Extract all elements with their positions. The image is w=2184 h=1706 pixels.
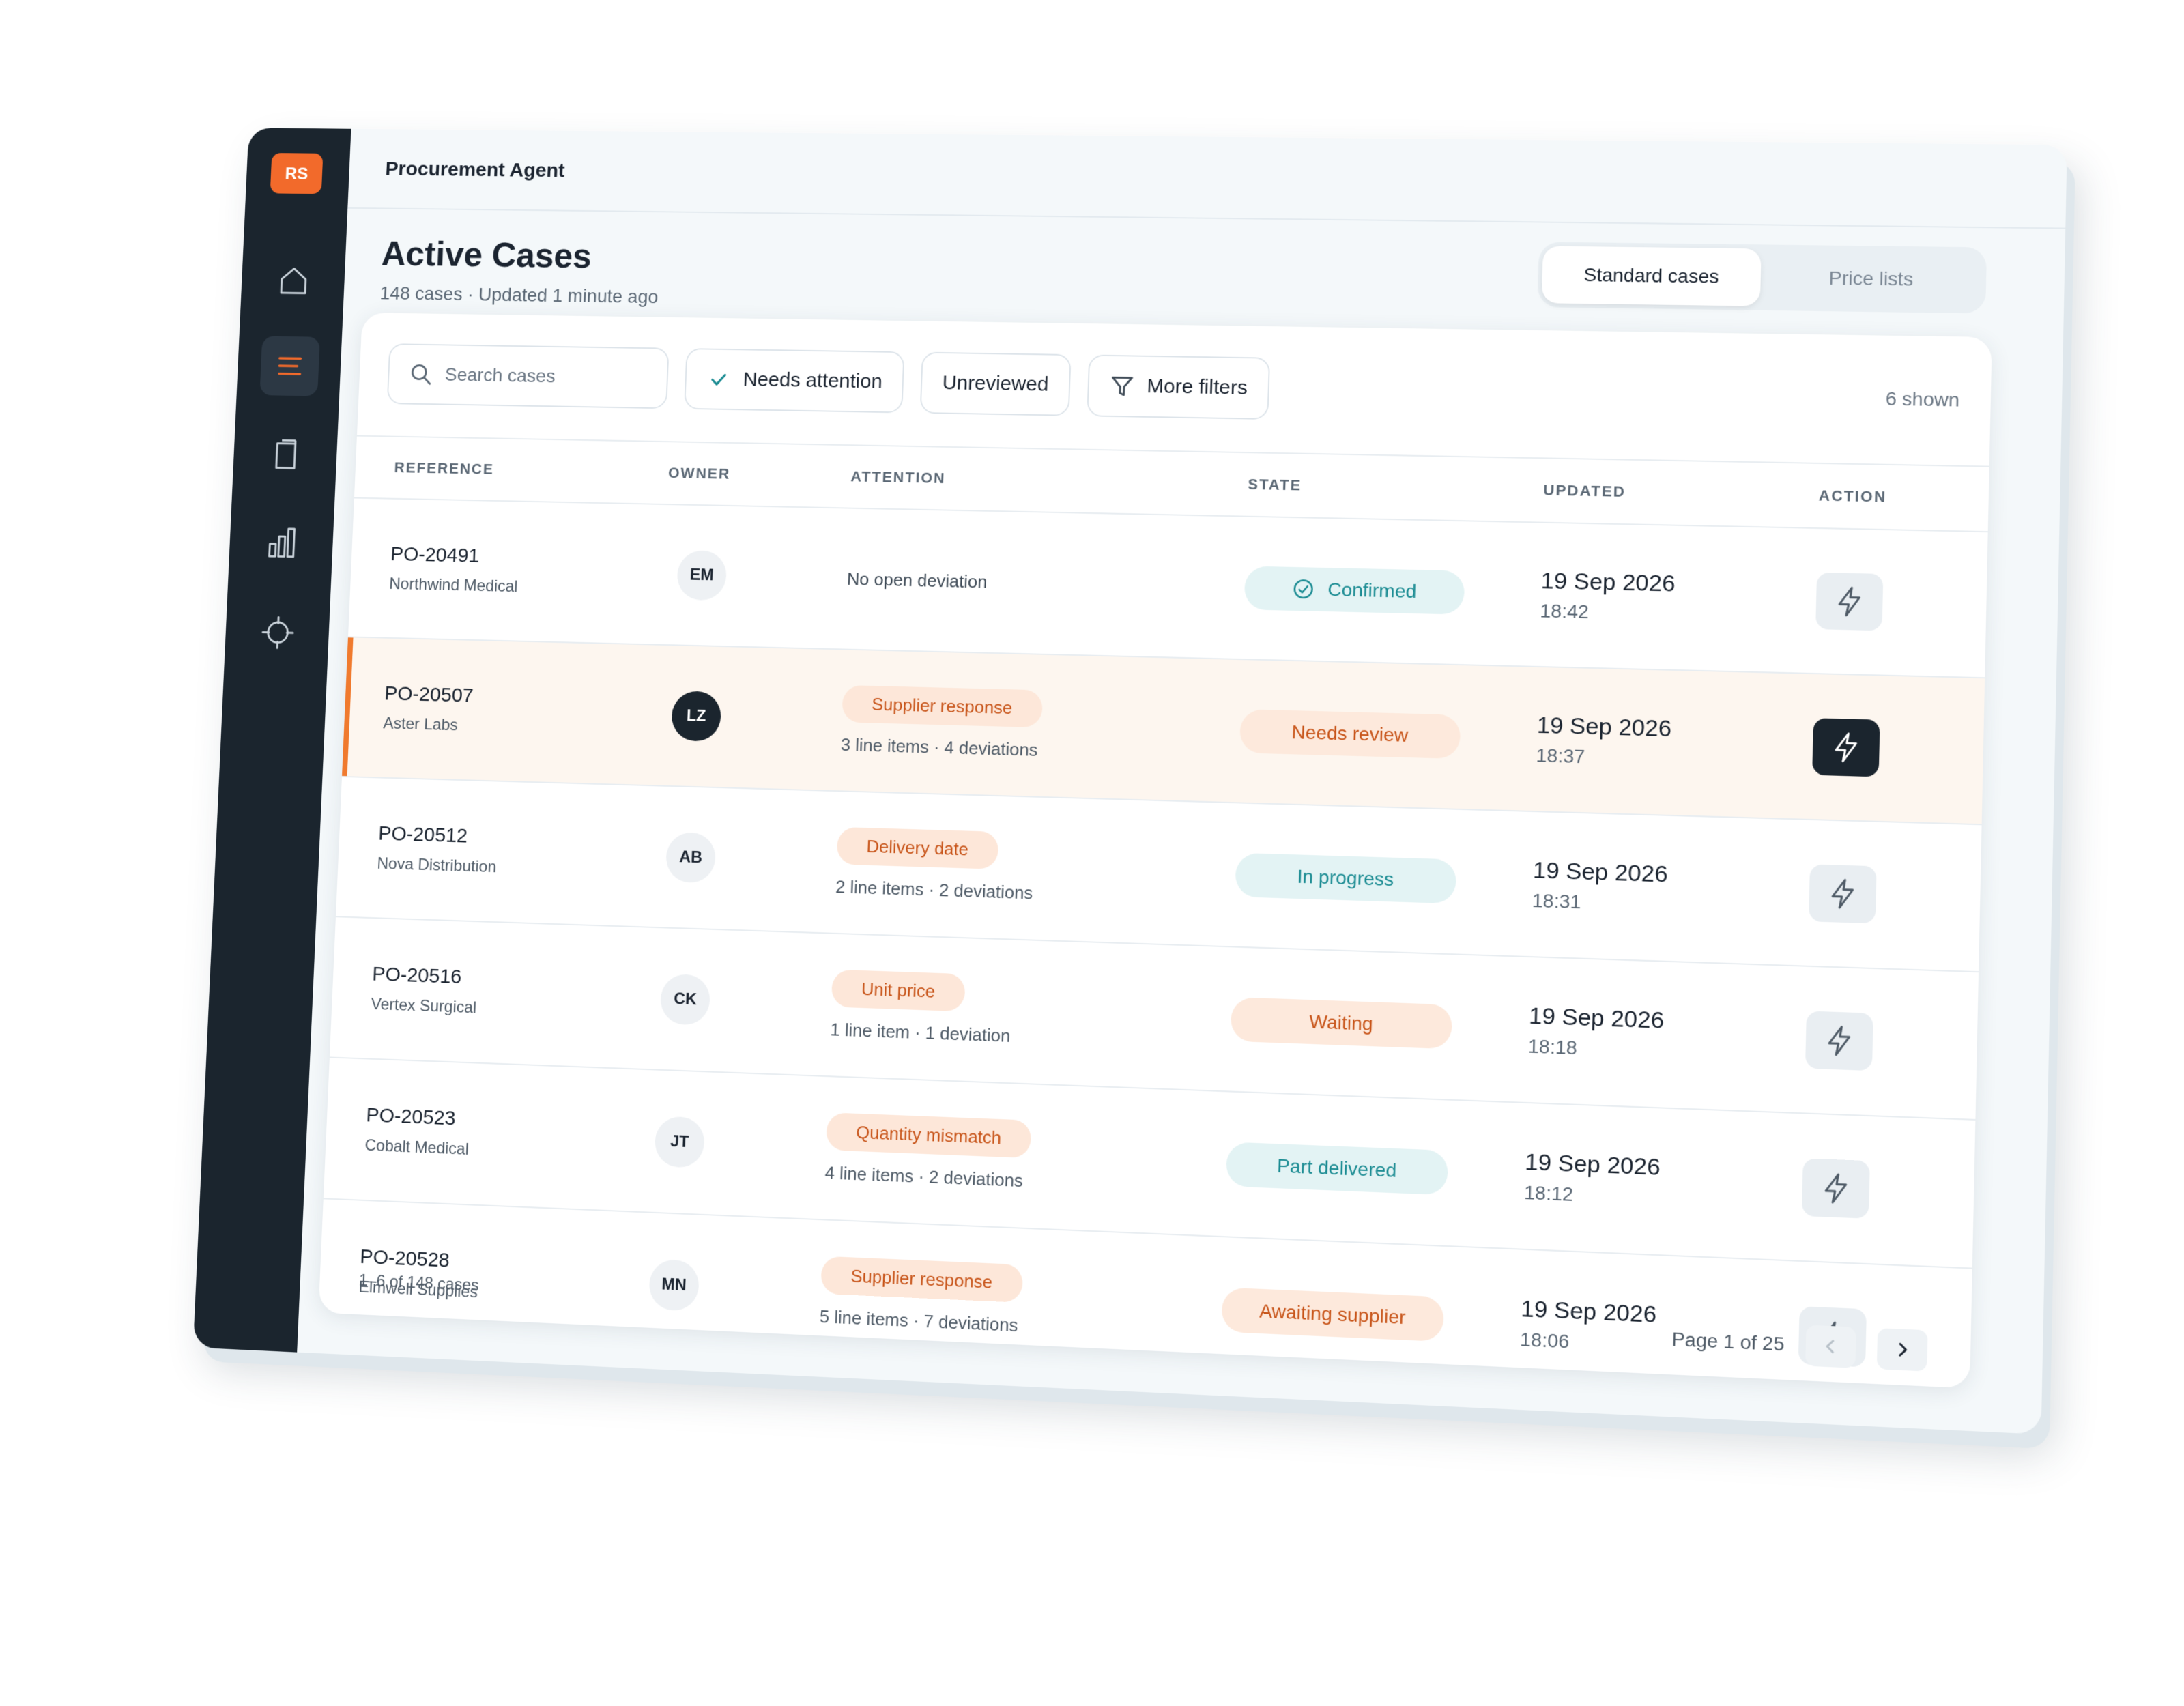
search-input[interactable]: Search cases xyxy=(386,343,670,409)
action-button[interactable] xyxy=(1809,864,1877,924)
status-label: Part delivered xyxy=(1276,1155,1397,1181)
tab-price-lists[interactable]: Price lists xyxy=(1760,248,1983,309)
check-circle-icon xyxy=(1292,577,1316,601)
lightning-icon xyxy=(1818,1171,1853,1206)
avatar: JT xyxy=(654,1116,706,1168)
page-indicator: Page 1 of 25 xyxy=(1671,1328,1785,1355)
status-label: Needs review xyxy=(1291,721,1409,746)
reference[interactable]: PO-20516 xyxy=(372,963,648,996)
status-badge: Needs review xyxy=(1239,709,1461,760)
list-icon[interactable] xyxy=(259,336,320,396)
unreviewed-label: Unreviewed xyxy=(942,371,1049,396)
vendor: Northwind Medical xyxy=(388,575,518,596)
lightning-icon xyxy=(1828,730,1863,764)
col-action[interactable]: ACTION xyxy=(1818,487,1989,508)
reference[interactable]: PO-20512 xyxy=(378,822,655,854)
col-owner[interactable]: OWNER xyxy=(668,464,851,485)
lightning-icon xyxy=(1825,876,1860,911)
attention-detail: 4 line items · 2 deviations xyxy=(824,1162,1024,1191)
page-title: Active Cases xyxy=(380,234,592,276)
bar-chart-icon[interactable] xyxy=(252,512,313,573)
attention-badge: Unit price xyxy=(831,969,966,1012)
unreviewed-filter[interactable]: Unreviewed xyxy=(919,351,1072,416)
more-filters-label: More filters xyxy=(1146,375,1248,399)
check-icon xyxy=(706,366,732,392)
action-button[interactable] xyxy=(1815,572,1884,631)
attention-badge: Supplier response xyxy=(842,684,1043,728)
attention-badge: Delivery date xyxy=(836,826,999,869)
filter-bar: Search cases Needs attention Unreviewed … xyxy=(386,342,1961,433)
page-header: Active Cases 148 cases · Updated 1 minut… xyxy=(379,234,661,308)
updated-time: 18:18 xyxy=(1527,1035,1578,1058)
attention-detail: 2 line items · 2 deviations xyxy=(835,876,1033,903)
updated-date: 19 Sep 2026 xyxy=(1536,712,1672,742)
status-badge: Confirmed xyxy=(1244,566,1465,615)
app-title: Procurement Agent xyxy=(384,158,566,182)
status-badge: In progress xyxy=(1235,852,1457,904)
action-button[interactable] xyxy=(1805,1011,1873,1071)
attention-badge: Quantity mismatch xyxy=(825,1112,1032,1159)
status-label: Waiting xyxy=(1308,1011,1374,1035)
shown-count: 6 shown xyxy=(1885,388,1960,411)
home-icon[interactable] xyxy=(263,251,324,311)
vendor: Vertex Surgical xyxy=(371,995,477,1017)
search-icon xyxy=(408,362,434,387)
app-window: RS Procurement Agent Active Cases 148 ca… xyxy=(192,128,2067,1434)
needs-attention-label: Needs attention xyxy=(743,368,883,393)
action-button[interactable] xyxy=(1812,718,1880,777)
filter-icon xyxy=(1108,373,1135,399)
cases-table: REFERENCE OWNER ATTENTION STATE UPDATED … xyxy=(318,435,1989,1389)
updated-time: 18:42 xyxy=(1540,599,1590,622)
cases-card: Search cases Needs attention Unreviewed … xyxy=(318,313,1992,1389)
col-attention[interactable]: ATTENTION xyxy=(850,468,1248,493)
col-reference[interactable]: REFERENCE xyxy=(355,458,668,481)
search-placeholder: Search cases xyxy=(444,364,556,387)
reference[interactable]: PO-20523 xyxy=(366,1104,643,1138)
status-badge: Waiting xyxy=(1230,997,1453,1050)
updated-date: 19 Sep 2026 xyxy=(1528,1002,1665,1034)
crosshair-icon[interactable] xyxy=(248,602,308,663)
vendor: Cobalt Medical xyxy=(364,1136,470,1159)
updated-date: 19 Sep 2026 xyxy=(1540,567,1676,597)
attention-detail: 1 line item · 1 deviation xyxy=(829,1019,1011,1046)
attention-detail: 3 line items · 4 deviations xyxy=(840,734,1039,760)
status-label: In progress xyxy=(1297,865,1394,891)
top-bar: Procurement Agent xyxy=(347,128,2067,229)
action-button[interactable] xyxy=(1801,1158,1870,1219)
lightning-icon xyxy=(1832,585,1867,619)
case-type-toggle: Standard cases Price lists xyxy=(1537,242,1987,314)
needs-attention-filter[interactable]: Needs attention xyxy=(684,348,905,414)
results-count: 1–6 of 148 cases xyxy=(358,1271,480,1295)
chevron-left-icon xyxy=(1820,1335,1841,1358)
attention-text: No open deviation xyxy=(846,568,988,592)
clipboard-icon[interactable] xyxy=(256,424,317,485)
lightning-icon xyxy=(1822,1024,1856,1058)
tab-standard-cases[interactable]: Standard cases xyxy=(1541,246,1762,306)
updated-time: 18:12 xyxy=(1523,1181,1574,1205)
chevron-right-icon xyxy=(1891,1339,1913,1361)
more-filters-button[interactable]: More filters xyxy=(1086,354,1271,420)
updated-date: 19 Sep 2026 xyxy=(1532,856,1669,888)
pagination: Page 1 of 25 xyxy=(1671,1319,1928,1372)
status-label: Confirmed xyxy=(1327,579,1417,603)
reference[interactable]: PO-20491 xyxy=(390,543,665,572)
col-updated[interactable]: UPDATED xyxy=(1543,481,1819,504)
vendor: Aster Labs xyxy=(382,714,459,735)
avatar: LZ xyxy=(670,691,722,742)
updated-date: 19 Sep 2026 xyxy=(1524,1148,1661,1181)
col-state[interactable]: STATE xyxy=(1248,476,1544,500)
avatar: AB xyxy=(665,832,717,884)
next-page-button[interactable] xyxy=(1876,1328,1928,1372)
updated-time: 18:31 xyxy=(1532,889,1581,912)
updated-time: 18:37 xyxy=(1536,744,1585,767)
status-badge: Part delivered xyxy=(1225,1142,1449,1196)
reference[interactable]: PO-20507 xyxy=(384,682,660,712)
page-subtitle: 148 cases · Updated 1 minute ago xyxy=(379,283,659,308)
prev-page-button[interactable] xyxy=(1805,1325,1856,1368)
vendor: Nova Distribution xyxy=(376,854,497,877)
user-avatar[interactable]: RS xyxy=(270,153,324,194)
avatar: EM xyxy=(676,550,728,601)
avatar: CK xyxy=(659,973,711,1026)
